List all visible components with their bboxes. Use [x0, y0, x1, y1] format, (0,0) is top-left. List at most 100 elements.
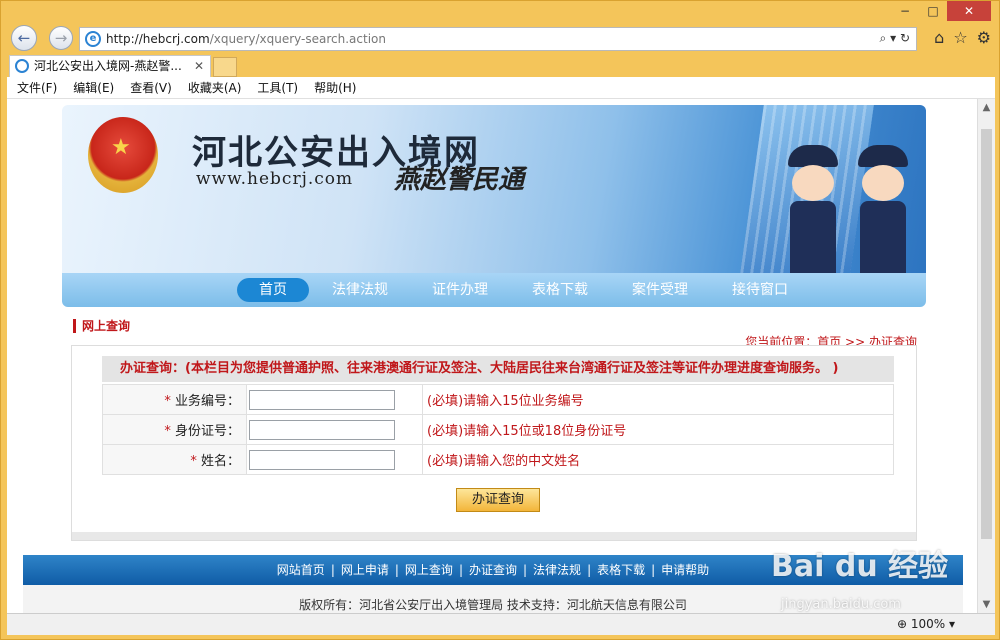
- menu-tools[interactable]: 工具(T): [257, 77, 298, 98]
- address-tools: ⌕ ▾ ↻: [880, 31, 910, 46]
- zoom-icon: ⊕: [896, 617, 908, 631]
- field-label: * 身份证号：: [102, 414, 247, 445]
- footer-link-help[interactable]: 申请帮助: [661, 563, 709, 577]
- form-row: * 姓名： (必填)请输入您的中文姓名: [102, 444, 894, 475]
- required-mark: *: [164, 424, 171, 439]
- business-number-hint: (必填)请输入15位业务编号: [422, 384, 894, 415]
- settings-gear-icon[interactable]: ⚙: [977, 28, 991, 47]
- name-input[interactable]: [249, 449, 395, 470]
- site-url: www.hebcrj.com: [196, 169, 354, 189]
- menu-favorites[interactable]: 收藏夹(A): [188, 77, 242, 98]
- tab-row: 河北公安出入境网-燕赵警... ✕: [7, 55, 995, 77]
- menu-file[interactable]: 文件(F): [17, 77, 57, 98]
- browser-window: − □ ✕ ← → e http://hebcrj.com/xquery/xqu…: [0, 0, 1000, 640]
- address-url: http://hebcrj.com/xquery/xquery-search.a…: [106, 32, 386, 46]
- arrow-left-icon: ←: [17, 29, 31, 47]
- footer-separator: |: [523, 563, 528, 577]
- nav-cases[interactable]: 案件受理: [632, 278, 688, 302]
- police-emblem-icon: ★: [88, 117, 158, 193]
- browser-tab[interactable]: 河北公安出入境网-燕赵警... ✕: [9, 55, 211, 77]
- arrow-right-icon: →: [54, 29, 68, 47]
- baidu-watermark: Bai du 经验: [771, 549, 949, 584]
- favorites-star-icon[interactable]: ☆: [953, 28, 967, 47]
- field-input-cell: [246, 414, 423, 445]
- forward-button[interactable]: →: [49, 26, 73, 50]
- footer-separator: |: [587, 563, 592, 577]
- ie-logo-icon: e: [85, 31, 101, 47]
- tab-title: 河北公安出入境网-燕赵警...: [34, 59, 182, 73]
- name-hint: (必填)请输入您的中文姓名: [422, 444, 894, 475]
- zoom-level[interactable]: ⊕ 100% ▾: [897, 617, 955, 631]
- maximize-button[interactable]: □: [919, 1, 947, 21]
- police-cartoon-female: [852, 145, 914, 273]
- address-bar[interactable]: e http://hebcrj.com/xquery/xquery-search…: [79, 27, 917, 51]
- nav-forms[interactable]: 表格下载: [532, 278, 588, 302]
- scroll-up-icon[interactable]: ▲: [978, 99, 995, 116]
- id-number-label: 身份证号：: [174, 424, 240, 439]
- tab-close-icon[interactable]: ✕: [194, 56, 204, 76]
- search-icon[interactable]: ⌕: [880, 31, 887, 45]
- footer-link-home[interactable]: 网站首页: [277, 563, 325, 577]
- status-bar: ⊕ 100% ▾: [7, 613, 995, 635]
- field-label: * 业务编号：: [102, 384, 247, 415]
- police-cartoon-male: [782, 145, 844, 273]
- footer-link-apply[interactable]: 网上申请: [341, 563, 389, 577]
- query-header: 办证查询：(本栏目为您提供普通护照、往来港澳通行证及签注、大陆居民往来台湾通行证…: [102, 356, 894, 382]
- zoom-value: 100%: [910, 617, 946, 631]
- menu-edit[interactable]: 编辑(E): [73, 77, 114, 98]
- url-host: http://hebcrj.com: [106, 32, 210, 46]
- main-nav: 首页 法律法规 证件办理 表格下载 案件受理 接待窗口: [62, 273, 926, 307]
- section-title: 网上查询: [73, 319, 130, 333]
- close-window-button[interactable]: ✕: [947, 1, 991, 21]
- footer-separator: |: [651, 563, 656, 577]
- baidu-watermark-url: jingyan.baidu.com: [781, 597, 901, 612]
- window-controls: − □ ✕: [891, 1, 991, 21]
- menu-bar: 文件(F) 编辑(E) 查看(V) 收藏夹(A) 工具(T) 帮助(H): [7, 77, 995, 99]
- back-button[interactable]: ←: [11, 25, 37, 51]
- site-slogan: 燕赵警民通: [394, 165, 525, 195]
- footer-link-forms[interactable]: 表格下载: [597, 563, 645, 577]
- refresh-icon[interactable]: ↻: [900, 31, 910, 45]
- field-label: * 姓名：: [102, 444, 247, 475]
- query-panel: 办证查询：(本栏目为您提供普通护照、往来港澳通行证及签注、大陆居民往来台湾通行证…: [71, 345, 917, 541]
- dropdown-icon[interactable]: ▾: [890, 31, 896, 45]
- scroll-down-icon[interactable]: ▼: [978, 596, 995, 613]
- nav-reception[interactable]: 接待窗口: [732, 278, 788, 302]
- page-viewport: ★ 河北公安出入境网 www.hebcrj.com 燕赵警民通 首页 法律法规 …: [7, 99, 977, 613]
- required-mark: *: [190, 454, 197, 469]
- business-number-input[interactable]: [249, 389, 395, 410]
- nav-certificates[interactable]: 证件办理: [432, 278, 488, 302]
- site-banner: ★ 河北公安出入境网 www.hebcrj.com 燕赵警民通: [62, 105, 926, 273]
- id-number-input[interactable]: [249, 419, 395, 440]
- id-number-hint: (必填)请输入15位或18位身份证号: [422, 414, 894, 445]
- toolbar-icons: ⌂ ☆ ⚙: [934, 28, 991, 47]
- menu-help[interactable]: 帮助(H): [314, 77, 356, 98]
- form-row: * 业务编号： (必填)请输入15位业务编号: [102, 384, 894, 415]
- home-icon[interactable]: ⌂: [934, 28, 944, 47]
- tab-ie-icon: [15, 59, 29, 73]
- nav-laws[interactable]: 法律法规: [332, 278, 388, 302]
- name-label: 姓名：: [200, 454, 240, 469]
- menu-view[interactable]: 查看(V): [130, 77, 172, 98]
- nav-home[interactable]: 首页: [237, 278, 309, 302]
- field-input-cell: [246, 444, 423, 475]
- footer-link-query[interactable]: 网上查询: [405, 563, 453, 577]
- minimize-button[interactable]: −: [891, 1, 919, 21]
- business-number-label: 业务编号：: [174, 394, 240, 409]
- form-row: * 身份证号： (必填)请输入15位或18位身份证号: [102, 414, 894, 445]
- panel-bottom-bar: [72, 532, 916, 540]
- query-submit-button[interactable]: 办证查询: [456, 488, 540, 512]
- url-path: /xquery/xquery-search.action: [209, 32, 386, 46]
- navigation-row: ← → e http://hebcrj.com/xquery/xquery-se…: [7, 25, 995, 53]
- footer-link-cert-query[interactable]: 办证查询: [469, 563, 517, 577]
- new-tab-button[interactable]: [213, 57, 237, 77]
- required-mark: *: [164, 394, 171, 409]
- scroll-thumb[interactable]: [981, 129, 992, 539]
- footer-separator: |: [330, 563, 335, 577]
- query-form: * 业务编号： (必填)请输入15位业务编号 * 身份证号： (必填)请输入15…: [102, 384, 894, 475]
- footer-separator: |: [458, 563, 463, 577]
- vertical-scrollbar[interactable]: ▲ ▼: [977, 99, 995, 613]
- field-input-cell: [246, 384, 423, 415]
- footer-separator: |: [394, 563, 399, 577]
- footer-link-laws[interactable]: 法律法规: [533, 563, 581, 577]
